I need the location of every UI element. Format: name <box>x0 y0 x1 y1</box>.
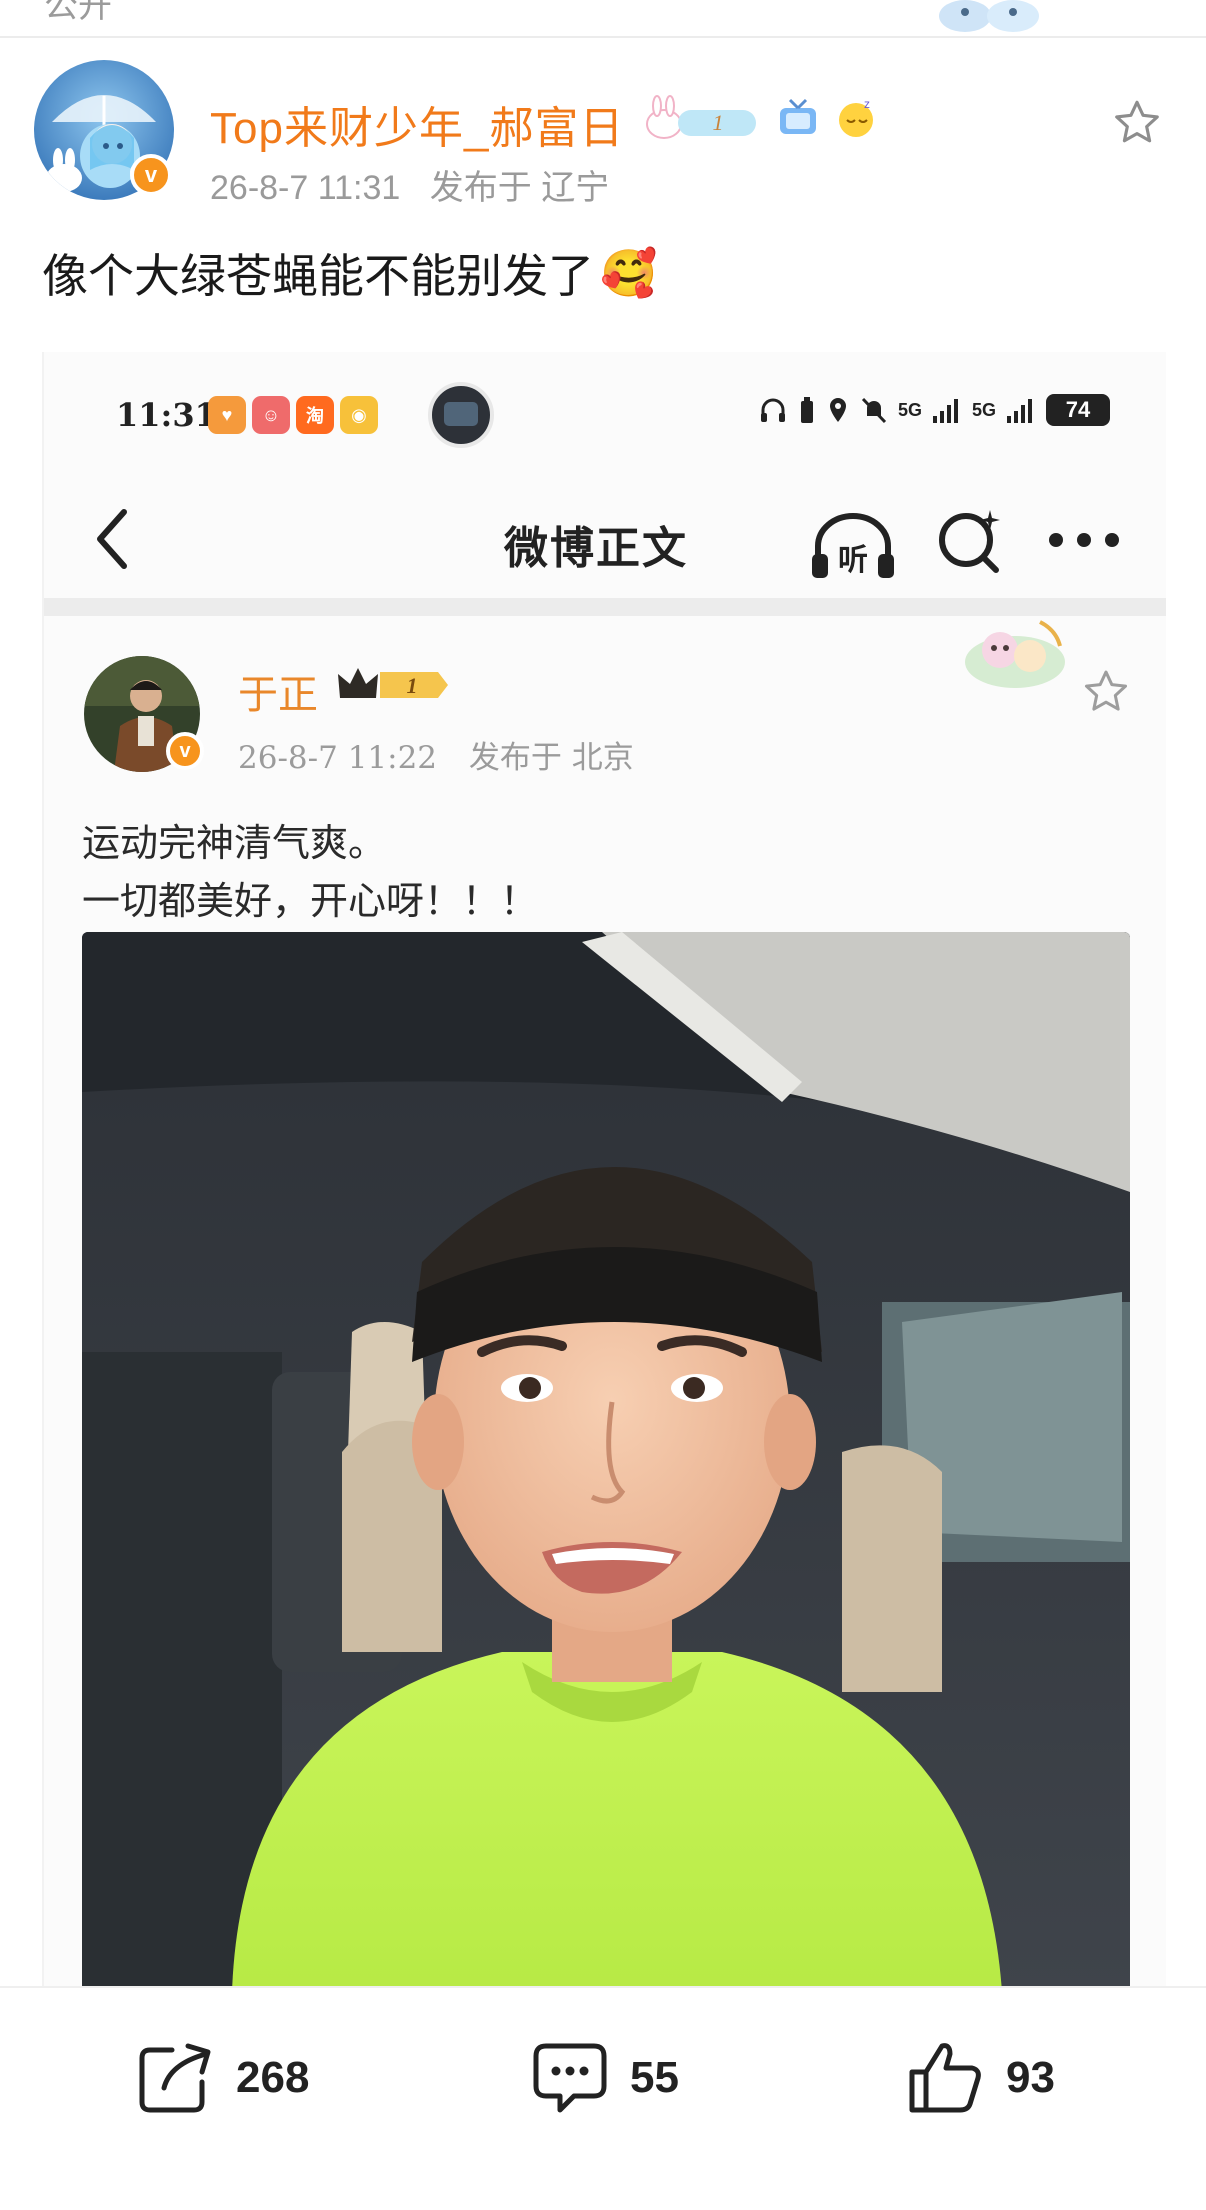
decoration-sticker-icon <box>939 0 1039 32</box>
nav-separator <box>44 598 1166 616</box>
embedded-status-bar: 11:31 ♥ ☺ 淘 ◉ 5G 5G 74 <box>44 352 1166 482</box>
inner-post-timestamp: 26-8-7 11:22 <box>238 740 438 776</box>
svg-text:听: 听 <box>838 543 868 578</box>
search-sparkle-icon <box>939 510 1000 573</box>
user-badges: 1 z <box>642 92 878 144</box>
repost-button[interactable]: 268 <box>136 2038 309 2118</box>
weibo-post-screen: 公开 v Top来财少年_郝富日 1 z 26-8-7 11:31 发布于 辽宁… <box>0 0 1206 2210</box>
favorite-star-icon[interactable] <box>1110 96 1164 150</box>
svg-text:1: 1 <box>407 673 418 698</box>
like-count: 93 <box>1006 2053 1055 2102</box>
battery-indicator: 74 <box>1046 394 1111 426</box>
comment-button[interactable]: 55 <box>530 2038 679 2118</box>
small-battery-icon <box>801 397 813 423</box>
camera-island-icon <box>428 382 494 448</box>
car-selfie-photo <box>82 932 1130 1986</box>
repost-count: 268 <box>236 2053 310 2102</box>
post-timestamp: 26-8-7 11:31 <box>210 169 401 207</box>
post-body-text: 像个大绿苍蝇能不能别发了 <box>42 250 594 302</box>
author-username[interactable]: Top来财少年_郝富日 <box>210 92 624 156</box>
post-body: 像个大绿苍蝇能不能别发了 🥰 <box>42 240 657 306</box>
visibility-label: 公开 <box>44 0 112 25</box>
thumbs-up-icon <box>909 2043 981 2113</box>
inner-post-location: 发布于 北京 <box>468 740 634 776</box>
embedded-nav-bar: 微博正文 听 <box>44 482 1166 600</box>
taobao-app-icon: 淘 <box>296 396 334 434</box>
post-action-bar: 268 55 93 <box>0 1986 1206 2210</box>
signal-bars-2-icon <box>1007 399 1033 423</box>
sleepy-moon-badge-icon[interactable]: z <box>834 96 878 140</box>
signal-2-label: 5G <box>972 399 997 420</box>
embedded-clock: 11:31 <box>116 396 217 434</box>
share-icon <box>139 2043 211 2113</box>
comment-icon <box>533 2043 607 2113</box>
rabbit-level-badge-icon[interactable]: 1 <box>642 94 762 142</box>
inner-favorite-star-icon <box>1084 670 1128 711</box>
inner-verified-badge-icon: v <box>166 732 204 770</box>
svg-text:1: 1 <box>713 110 724 135</box>
weibo-app-icon: ◉ <box>340 396 378 434</box>
embedded-page-title: 微博正文 <box>504 523 688 574</box>
inner-author-username: 于正 <box>238 672 318 718</box>
mute-bell-icon <box>861 397 887 424</box>
embedded-screenshot-image[interactable]: 11:31 ♥ ☺ 淘 ◉ 5G 5G 74 微博正文 听 v 于正 1 26-… <box>42 352 1166 1986</box>
signal-1-label: 5G <box>898 399 923 420</box>
inner-author-avatar: v <box>84 656 204 772</box>
verified-badge-icon: v <box>130 154 172 196</box>
inner-sticker-decoration-icon <box>965 620 1065 688</box>
inner-post-meta: 26-8-7 11:22 发布于 北京 <box>238 732 634 777</box>
heart-app-icon: ♥ <box>208 396 246 434</box>
avatar-app-icon: ☺ <box>252 396 290 434</box>
tv-badge-icon[interactable] <box>776 96 820 140</box>
svg-text:z: z <box>864 97 870 111</box>
headphones-icon <box>761 398 785 422</box>
inner-post-body: 运动完神清气爽。 一切都美好，开心呀！！！ <box>82 814 538 930</box>
crown-level-badge-icon: 1 <box>338 668 448 698</box>
comment-count: 55 <box>630 2053 679 2102</box>
author-avatar[interactable]: v <box>34 60 174 200</box>
back-arrow-icon <box>97 509 127 569</box>
signal-bars-1-icon <box>933 399 959 423</box>
status-indicators: 5G 5G 74 <box>758 394 1111 426</box>
more-dots-icon <box>1049 533 1119 547</box>
smiling-hearts-emoji-icon: 🥰 <box>600 246 658 299</box>
like-button[interactable]: 93 <box>906 2038 1055 2118</box>
listen-headphones-icon: 听 <box>812 513 894 578</box>
previous-section-strip: 公开 <box>0 0 1206 38</box>
notification-app-icons: ♥ ☺ 淘 ◉ <box>208 396 378 434</box>
post-location: 发布于 辽宁 <box>429 169 610 207</box>
inner-post-line-1: 运动完神清气爽。 <box>82 821 387 865</box>
post-meta: 26-8-7 11:31 发布于 辽宁 <box>210 160 609 209</box>
location-pin-icon <box>830 398 846 422</box>
inner-post-line-2: 一切都美好，开心呀！！！ <box>82 879 539 923</box>
